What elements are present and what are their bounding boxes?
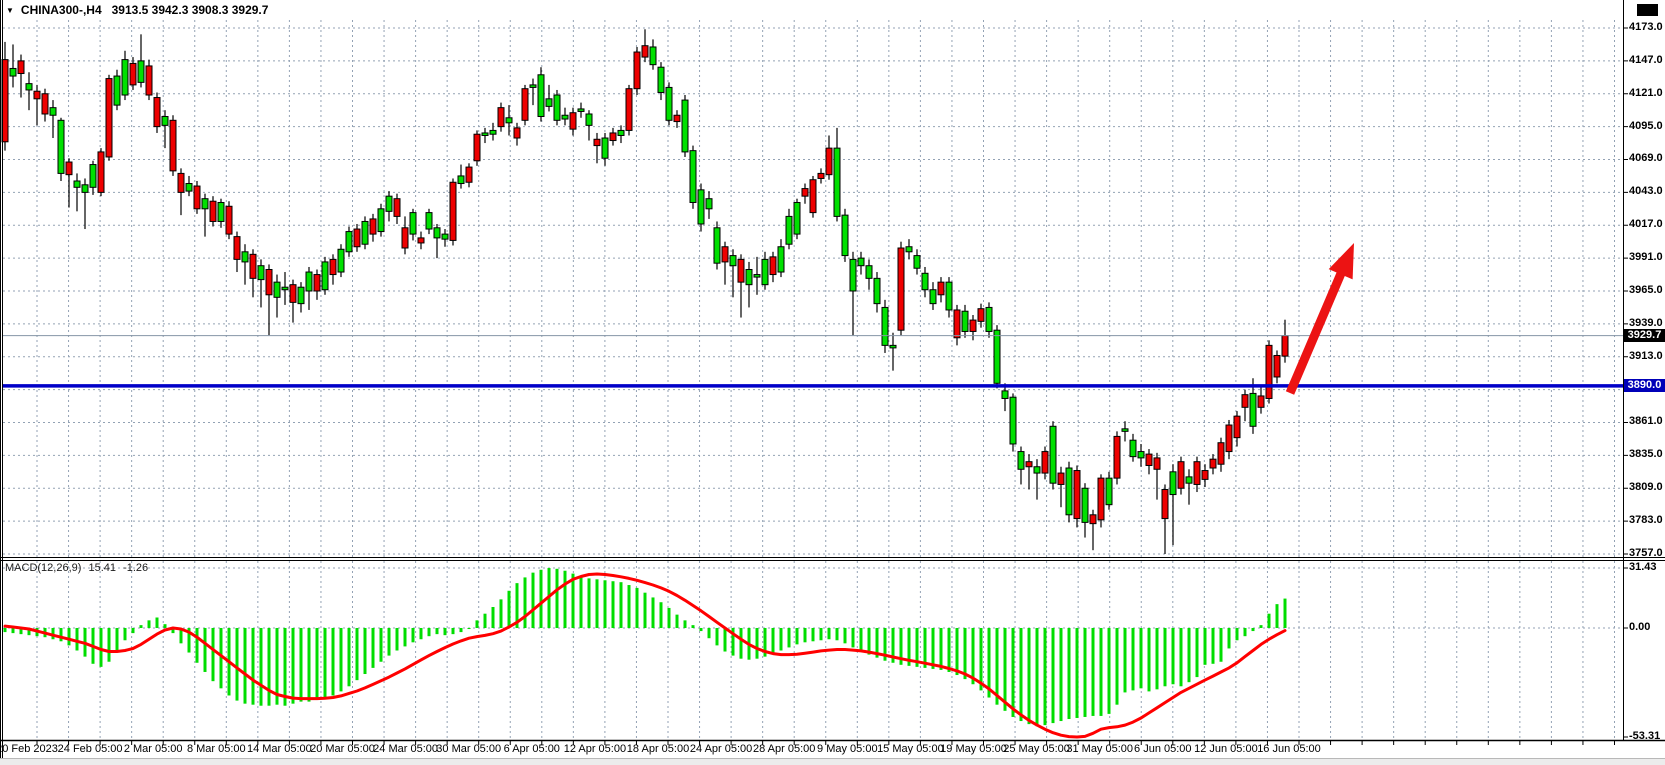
date-label: 15 May 05:00	[877, 743, 944, 755]
date-label: 25 May 05:00	[1003, 743, 1070, 755]
price-axis-label: 3965.0	[1629, 284, 1663, 296]
macd-scale-min: -53.31	[1629, 730, 1660, 742]
date-label: 30 Mar 05:00	[436, 743, 501, 755]
date-label: 20 Mar 05:00	[310, 743, 375, 755]
price-axis-label: 3835.0	[1629, 448, 1663, 460]
macd-value: 15.41	[88, 562, 116, 574]
ohlc-readout: 3913.5 3942.3 3908.3 3929.7	[112, 3, 269, 17]
date-label: 16 Jun 05:00	[1257, 743, 1321, 755]
macd-indicator-label: MACD(12,26,9) 15.41 -1.26	[5, 562, 152, 574]
date-label: 9 May 05:00	[817, 743, 878, 755]
symbol-period-label: CHINA300-,H4	[21, 3, 102, 17]
date-label: 12 Apr 05:00	[564, 743, 626, 755]
price-axis-label: 3757.0	[1629, 547, 1663, 559]
date-label: 6 Jun 05:00	[1134, 743, 1192, 755]
price-axis-label: 3809.0	[1629, 481, 1663, 493]
macd-signal-value: -1.26	[123, 562, 148, 574]
date-label: 24 Mar 05:00	[373, 743, 438, 755]
date-label: 19 May 05:00	[940, 743, 1007, 755]
chart-canvas[interactable]	[0, 0, 1665, 765]
price-axis-label: 4147.0	[1629, 54, 1663, 66]
date-label: 31 May 05:00	[1066, 743, 1133, 755]
top-right-marker	[1637, 4, 1658, 16]
price-axis-label: 4173.0	[1629, 21, 1663, 33]
symbol-dropdown-icon[interactable]: ▼	[6, 6, 14, 15]
macd-scale-zero: 0.00	[1629, 621, 1650, 633]
macd-name: MACD(12,26,9)	[5, 562, 81, 574]
date-label: 12 Jun 05:00	[1194, 743, 1258, 755]
date-label: 8 Mar 05:00	[187, 743, 246, 755]
price-axis-label: 3783.0	[1629, 514, 1663, 526]
price-axis-label: 4095.0	[1629, 120, 1663, 132]
date-label: 6 Apr 05:00	[504, 743, 560, 755]
date-label: 24 Apr 05:00	[690, 743, 752, 755]
price-axis-label: 3991.0	[1629, 251, 1663, 263]
price-axis-label: 4069.0	[1629, 152, 1663, 164]
price-axis-label: 4121.0	[1629, 87, 1663, 99]
price-axis-label: 4043.0	[1629, 185, 1663, 197]
current-price-tag: 3929.7	[1624, 329, 1665, 342]
status-strip	[0, 758, 1665, 765]
macd-scale-max: 31.43	[1629, 561, 1657, 573]
date-label: 20 Feb 2023	[0, 743, 58, 755]
chart-title: ▼ CHINA300-,H4 3913.5 3942.3 3908.3 3929.7	[6, 3, 268, 17]
trend-arrow[interactable]	[1290, 243, 1354, 393]
price-axis-label: 3939.0	[1629, 317, 1663, 329]
date-label: 18 Apr 05:00	[627, 743, 689, 755]
trading-chart-window: ▼ CHINA300-,H4 3913.5 3942.3 3908.3 3929.7…	[0, 0, 1665, 765]
price-axis-label: 3861.0	[1629, 415, 1663, 427]
price-axis-label: 3913.0	[1629, 350, 1663, 362]
date-label: 14 Mar 05:00	[247, 743, 312, 755]
hline-price-tag: 3890.0	[1624, 379, 1665, 392]
price-axis-label: 4017.0	[1629, 218, 1663, 230]
date-label: 2 Mar 05:00	[124, 743, 183, 755]
macd-histogram	[4, 568, 1287, 726]
date-label: 24 Feb 05:00	[58, 743, 123, 755]
date-label: 28 Apr 05:00	[753, 743, 815, 755]
panel-borders	[0, 0, 1665, 758]
